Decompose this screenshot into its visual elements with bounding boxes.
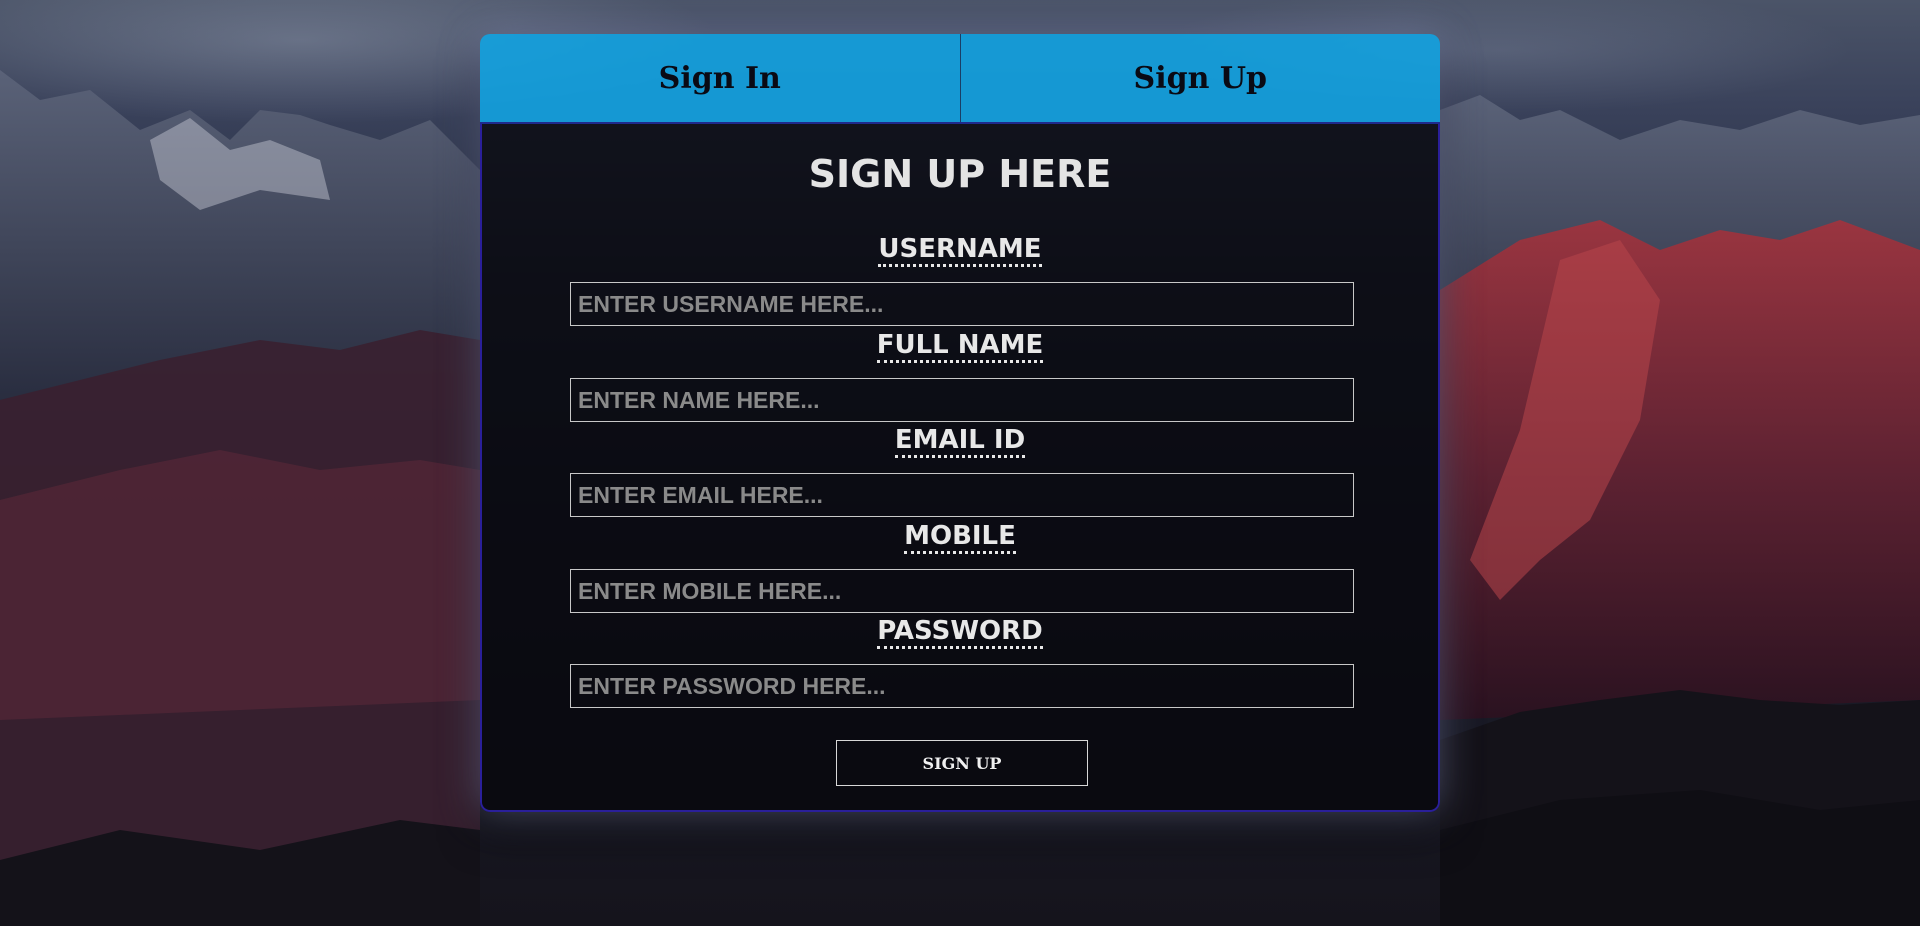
full-name-label-row: FULL NAME [482, 330, 1438, 363]
tab-sign-up[interactable]: Sign Up [959, 34, 1441, 122]
auth-card: Sign In Sign Up SIGN UP HERE USERNAME FU… [480, 34, 1440, 812]
mobile-input[interactable] [570, 569, 1354, 613]
tab-bar: Sign In Sign Up [480, 34, 1440, 124]
password-input[interactable] [570, 664, 1354, 708]
tab-sign-in[interactable]: Sign In [480, 34, 960, 122]
form-title: SIGN UP HERE [808, 152, 1112, 196]
username-input[interactable] [570, 282, 1354, 326]
password-label-row: PASSWORD [482, 616, 1438, 649]
password-label: PASSWORD [877, 616, 1043, 649]
email-label-row: EMAIL ID [482, 425, 1438, 458]
sign-up-form: SIGN UP HERE USERNAME FULL NAME EMAIL ID… [480, 124, 1440, 812]
mobile-label: MOBILE [904, 521, 1016, 554]
full-name-label: FULL NAME [876, 330, 1044, 363]
mobile-label-row: MOBILE [482, 521, 1438, 554]
sign-up-button[interactable]: SIGN UP [836, 740, 1088, 786]
username-label: USERNAME [878, 234, 1042, 267]
full-name-input[interactable] [570, 378, 1354, 422]
email-label: EMAIL ID [894, 425, 1026, 458]
username-label-row: USERNAME [482, 234, 1438, 267]
email-input[interactable] [570, 473, 1354, 517]
